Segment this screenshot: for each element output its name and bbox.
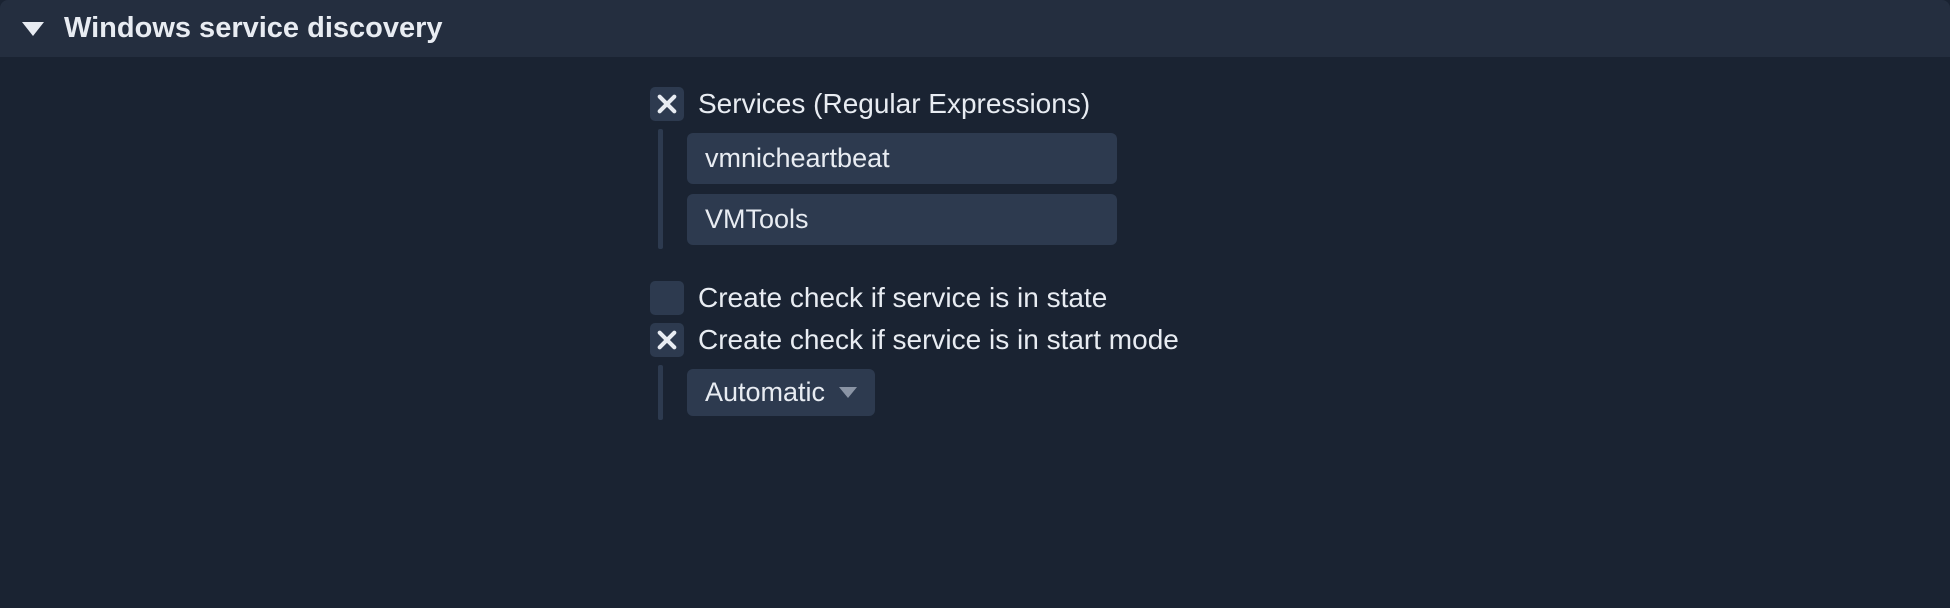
start-mode-dropdown[interactable]: Automatic — [687, 369, 875, 416]
option-label-start-mode: Create check if service is in start mode — [698, 324, 1179, 356]
panel-title: Windows service discovery — [64, 12, 443, 45]
x-icon — [656, 93, 678, 115]
dropdown-selected-label: Automatic — [705, 377, 825, 408]
x-icon — [656, 329, 678, 351]
collapse-down-icon[interactable] — [22, 22, 44, 36]
option-label-services: Services (Regular Expressions) — [698, 88, 1090, 120]
services-list — [687, 129, 1117, 249]
panel-header[interactable]: Windows service discovery — [0, 0, 1950, 57]
option-row-services: Services (Regular Expressions) — [650, 87, 1950, 121]
option-label-state: Create check if service is in state — [698, 282, 1107, 314]
settings-panel: Windows service discovery Services (Regu… — [0, 0, 1950, 608]
checkbox-state[interactable] — [650, 281, 684, 315]
checkbox-start-mode[interactable] — [650, 323, 684, 357]
start-mode-content: Automatic — [687, 365, 875, 420]
panel-body: Services (Regular Expressions) Create ch… — [0, 57, 1950, 456]
option-row-state: Create check if service is in state — [650, 281, 1950, 315]
service-regex-input-0[interactable] — [687, 133, 1117, 184]
start-mode-sub-block: Automatic — [658, 365, 1950, 420]
option-row-start-mode: Create check if service is in start mode — [650, 323, 1950, 357]
service-regex-input-1[interactable] — [687, 194, 1117, 245]
checkbox-services[interactable] — [650, 87, 684, 121]
chevron-down-icon — [839, 387, 857, 398]
indent-bar-icon — [658, 129, 663, 249]
indent-bar-icon — [658, 365, 663, 420]
services-sub-block — [658, 129, 1950, 249]
